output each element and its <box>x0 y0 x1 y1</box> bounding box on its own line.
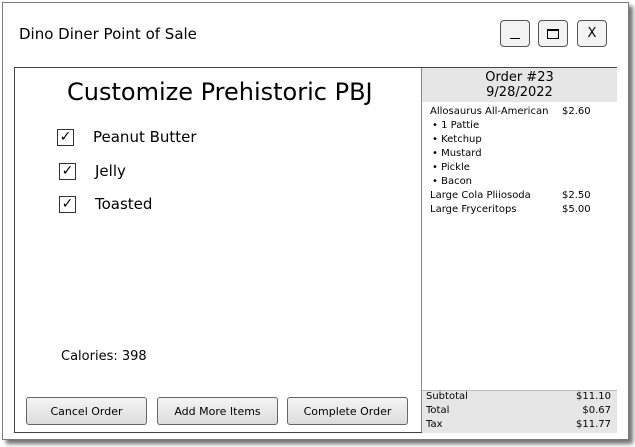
order-item-name: Large Cola Pliiosoda <box>430 190 531 201</box>
complete-order-button[interactable]: Complete Order <box>287 397 408 425</box>
option-jelly[interactable]: ✓ Jelly <box>59 162 126 180</box>
close-button[interactable]: X <box>577 20 607 47</box>
order-summary-panel: Order #23 9/28/2022 Allosaurus All-Ameri… <box>421 68 617 433</box>
total-value: $0.67 <box>582 405 611 416</box>
minimize-button[interactable] <box>500 20 530 47</box>
option-toasted[interactable]: ✓ Toasted <box>59 195 152 213</box>
total-label: Total <box>426 405 450 416</box>
app-window: Dino Diner Point of Sale X Customize Pre… <box>2 2 629 440</box>
option-peanut-butter[interactable]: ✓ Peanut Butter <box>57 128 197 146</box>
toasted-label: Toasted <box>95 195 153 213</box>
total-row: Total $0.67 <box>422 405 617 419</box>
window-title: Dino Diner Point of Sale <box>19 25 197 43</box>
order-date: 9/28/2022 <box>486 85 553 100</box>
calories-label: Calories: 398 <box>61 349 147 364</box>
order-item-price: $5.00 <box>562 204 591 215</box>
jelly-checkbox[interactable]: ✓ <box>59 162 76 180</box>
maximize-button[interactable] <box>538 20 568 47</box>
order-header: Order #23 9/28/2022 <box>422 68 617 102</box>
tax-label: Tax <box>426 419 443 430</box>
subtotal-value: $11.10 <box>576 391 611 402</box>
order-item-name: Allosaurus All-American <box>430 106 549 117</box>
close-icon: X <box>587 26 597 41</box>
main-content: Customize Prehistoric PBJ ✓ Peanut Butte… <box>14 67 617 433</box>
order-item-modifier: • Mustard <box>432 148 482 159</box>
order-item-name: Large Fryceritops <box>430 204 517 215</box>
order-item[interactable]: Allosaurus All-American $2.60 <box>430 106 608 120</box>
order-item[interactable]: Large Cola Pliiosoda $2.50 <box>430 190 608 204</box>
page-title: Customize Prehistoric PBJ <box>67 78 373 106</box>
order-totals: Subtotal $11.10 Total $0.67 Tax $11.77 <box>422 390 617 433</box>
order-item-list: Allosaurus All-American $2.60 • 1 Pattie… <box>430 106 608 218</box>
peanut-butter-checkbox[interactable]: ✓ <box>57 128 74 146</box>
tax-row: Tax $11.77 <box>422 419 617 433</box>
tax-value: $11.77 <box>576 419 611 430</box>
maximize-icon <box>547 28 559 39</box>
order-item-price: $2.60 <box>562 106 591 117</box>
order-number: Order #23 <box>485 70 554 85</box>
order-item[interactable]: Large Fryceritops $5.00 <box>430 204 608 218</box>
order-item-modifier: • 1 Pattie <box>432 120 480 131</box>
subtotal-row: Subtotal $11.10 <box>422 391 617 405</box>
minimize-icon <box>510 37 520 39</box>
cancel-order-button[interactable]: Cancel Order <box>26 397 147 425</box>
add-more-items-button[interactable]: Add More Items <box>157 397 278 425</box>
toasted-checkbox[interactable]: ✓ <box>59 195 76 213</box>
order-item-modifier: • Pickle <box>432 162 470 173</box>
jelly-label: Jelly <box>95 162 126 180</box>
order-item-modifier: • Bacon <box>432 176 473 187</box>
order-item-modifier: • Ketchup <box>432 134 482 145</box>
peanut-butter-label: Peanut Butter <box>93 128 197 146</box>
subtotal-label: Subtotal <box>426 391 468 402</box>
order-item-price: $2.50 <box>562 190 591 201</box>
